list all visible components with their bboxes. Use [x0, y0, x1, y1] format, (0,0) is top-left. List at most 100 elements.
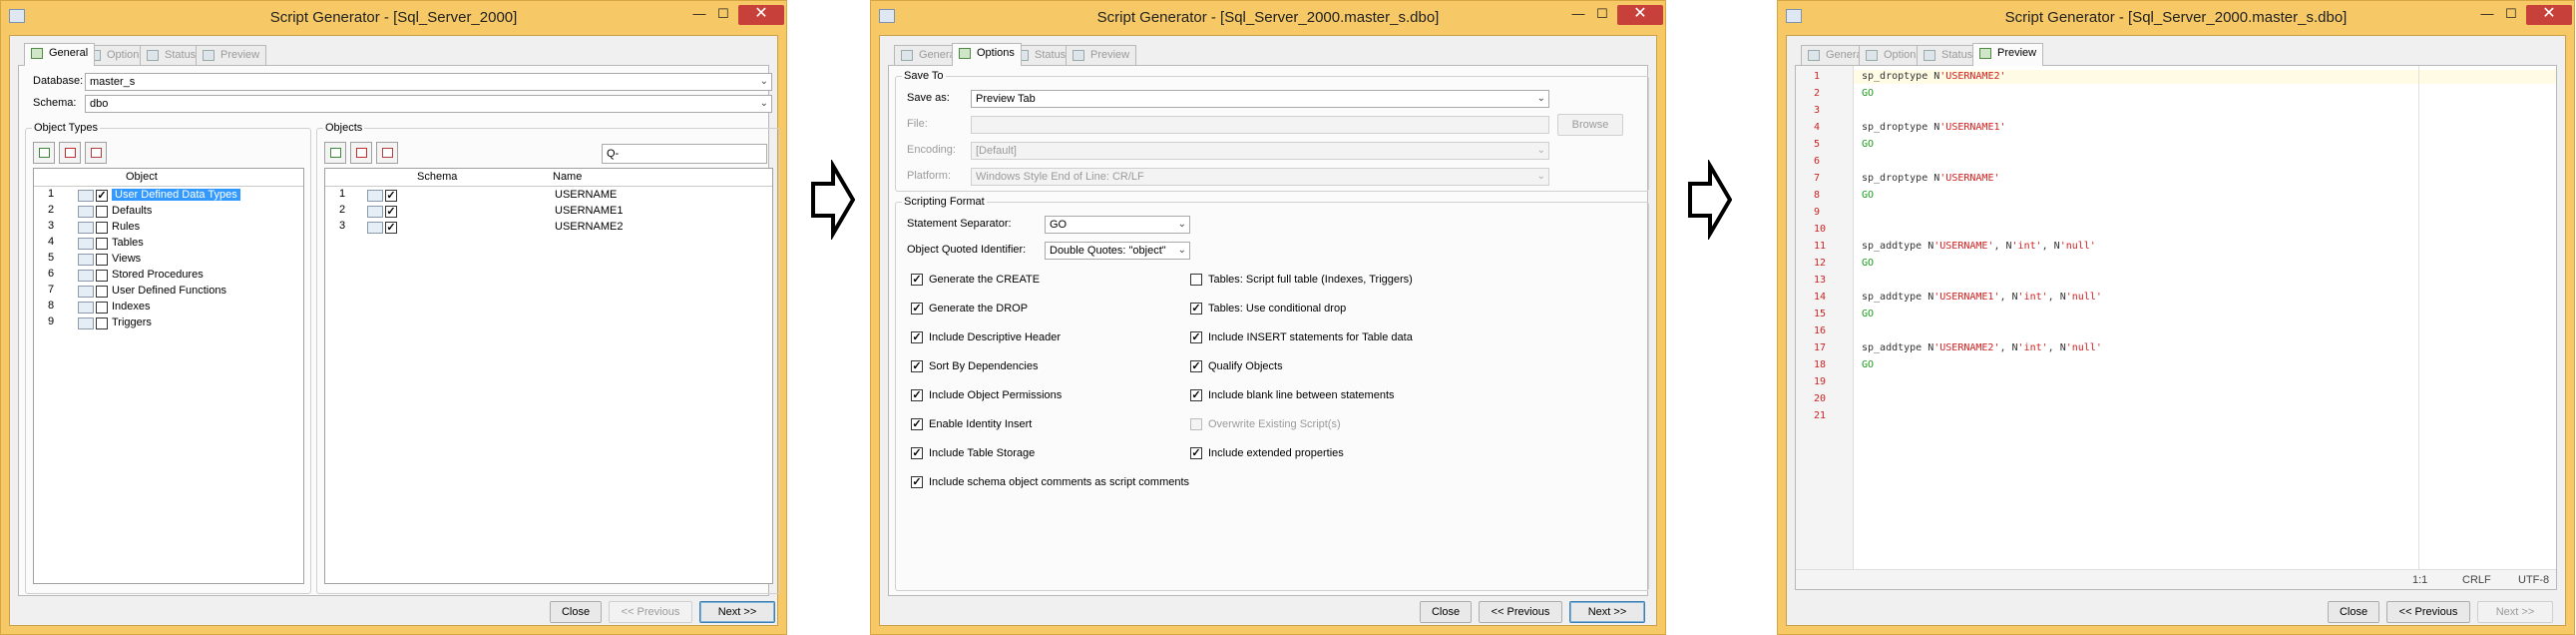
platform-combo[interactable]: Windows Style End of Line: CR/LF ⌄ — [971, 168, 1549, 186]
option-checkbox[interactable] — [1190, 389, 1202, 401]
object-type-checkbox[interactable] — [96, 254, 108, 266]
code-line: GO — [1862, 190, 1874, 201]
list-item[interactable]: 3 Rules — [34, 220, 303, 236]
object-type-label: User Defined Functions — [112, 285, 226, 297]
option-checkbox[interactable] — [911, 274, 923, 286]
row-number: 5 — [48, 252, 55, 264]
separator-combo[interactable]: GO ⌄ — [1045, 216, 1190, 234]
code-token: , N — [1999, 342, 2018, 353]
refresh-object-type-icon[interactable] — [85, 142, 107, 164]
minimize-button[interactable]: — — [1565, 5, 1591, 25]
remove-object-type-icon[interactable] — [59, 142, 81, 164]
object-checkbox[interactable] — [385, 222, 397, 234]
option-checkbox[interactable] — [1190, 303, 1202, 315]
list-item[interactable]: 7 User Defined Functions — [34, 284, 303, 300]
close-button[interactable]: Close — [2328, 601, 2379, 623]
line-number: 21 — [1814, 410, 1827, 421]
maximize-button[interactable]: ☐ — [1589, 5, 1615, 25]
table-row[interactable]: 2 USERNAME1 — [325, 204, 772, 220]
minimize-button[interactable]: — — [2474, 5, 2500, 25]
object-type-checkbox[interactable] — [96, 238, 108, 250]
next-button[interactable]: Next >> — [699, 601, 775, 623]
previous-button[interactable]: << Previous — [609, 601, 692, 623]
list-item[interactable]: 8 Indexes — [34, 300, 303, 316]
code-token: GO — [1862, 309, 1875, 319]
title-bar[interactable]: Script Generator - [Sql_Server_2000.mast… — [871, 1, 1665, 35]
object-type-checkbox[interactable] — [96, 190, 108, 202]
objects-search-input[interactable]: Q- — [602, 144, 767, 164]
script-editor[interactable]: 1 2 3 4 5 6 7 8 9 10 11 12 13 14 15 16 17 18 19 20 21 sp_dro… — [1795, 65, 2557, 590]
object-name: USERNAME1 — [555, 205, 624, 217]
remove-object-icon[interactable] — [350, 142, 372, 164]
table-row[interactable]: 1 USERNAME — [325, 188, 772, 204]
encoding-combo[interactable]: [Default] ⌄ — [971, 142, 1549, 160]
list-item[interactable]: 5 Views — [34, 252, 303, 268]
save-as-label: Save as: — [907, 92, 950, 104]
maximize-button[interactable]: ☐ — [2498, 5, 2524, 25]
window-preview: Script Generator - [Sql_Server_2000.mast… — [1777, 0, 2575, 635]
object-type-checkbox[interactable] — [96, 222, 108, 234]
maximize-button[interactable]: ☐ — [710, 5, 736, 25]
option-checkbox[interactable] — [911, 303, 923, 315]
cursor-position: 1:1 — [2412, 574, 2428, 586]
minimize-button[interactable]: — — [686, 5, 712, 25]
option-checkbox[interactable] — [911, 360, 923, 372]
tab-status[interactable]: Status — [140, 45, 204, 65]
object-type-checkbox[interactable] — [96, 206, 108, 218]
refresh-object-icon[interactable] — [376, 142, 398, 164]
option-checkbox[interactable] — [911, 389, 923, 401]
option-checkbox[interactable] — [1190, 447, 1202, 459]
file-input[interactable] — [971, 116, 1549, 134]
schema-combo[interactable]: dbo ⌄ — [85, 95, 772, 113]
previous-button[interactable]: << Previous — [2386, 601, 2470, 623]
close-window-button[interactable]: ✕ — [1617, 5, 1663, 25]
list-item[interactable]: 1 User Defined Data Types — [34, 188, 303, 204]
object-type-checkbox[interactable] — [96, 286, 108, 298]
tab-preview[interactable]: Preview — [1972, 43, 2044, 66]
add-object-type-icon[interactable] — [33, 142, 55, 164]
tab-options[interactable]: Options — [952, 43, 1022, 66]
tab-preview[interactable]: Preview — [1066, 45, 1137, 65]
option-checkbox[interactable] — [1190, 331, 1202, 343]
object-type-checkbox[interactable] — [96, 318, 108, 329]
browse-button[interactable]: Browse — [1557, 114, 1623, 136]
option-checkbox[interactable] — [911, 331, 923, 343]
options-panel: Save To Save as: Preview Tab ⌄ File: Brow… — [888, 65, 1649, 596]
option-checkbox[interactable] — [911, 447, 923, 459]
option-checkbox[interactable] — [1190, 418, 1202, 430]
list-item[interactable]: 6 Stored Procedures — [34, 268, 303, 284]
object-types-title: Object Types — [34, 122, 98, 134]
database-combo[interactable]: master_s ⌄ — [85, 73, 772, 91]
code-line: GO — [1862, 258, 1874, 269]
object-type-checkbox[interactable] — [96, 302, 108, 314]
object-checkbox[interactable] — [385, 190, 397, 202]
schema-label: Schema: — [33, 97, 77, 109]
list-item[interactable]: 4 Tables — [34, 236, 303, 252]
title-bar[interactable]: Script Generator - [Sql_Server_2000.mast… — [1778, 1, 2574, 35]
add-object-icon[interactable] — [324, 142, 346, 164]
list-item[interactable]: 9 Triggers — [34, 316, 303, 331]
object-checkbox[interactable] — [385, 206, 397, 218]
option-checkbox[interactable] — [911, 418, 923, 430]
option-checkbox[interactable] — [1190, 274, 1202, 286]
previous-button[interactable]: << Previous — [1479, 601, 1562, 623]
option-checkbox[interactable] — [1190, 360, 1202, 372]
close-window-button[interactable]: ✕ — [2526, 5, 2572, 25]
list-item[interactable]: 2 Defaults — [34, 204, 303, 220]
next-button[interactable]: Next >> — [1569, 601, 1645, 623]
option-checkbox[interactable] — [911, 476, 923, 488]
quoted-identifier-combo[interactable]: Double Quotes: "object" ⌄ — [1045, 242, 1190, 260]
code-token: 'null' — [2065, 342, 2102, 353]
save-as-combo[interactable]: Preview Tab ⌄ — [971, 90, 1549, 108]
line-number: 13 — [1814, 275, 1827, 286]
next-button[interactable]: Next >> — [2477, 601, 2553, 623]
tab-general[interactable]: General — [24, 43, 96, 66]
close-window-button[interactable]: ✕ — [738, 5, 784, 25]
tab-status[interactable]: Status — [1917, 45, 1980, 65]
close-button[interactable]: Close — [550, 601, 602, 623]
tab-preview[interactable]: Preview — [196, 45, 267, 65]
table-row[interactable]: 3 USERNAME2 — [325, 220, 772, 236]
object-type-checkbox[interactable] — [96, 270, 108, 282]
title-bar[interactable]: Script Generator - [Sql_Server_2000] — ☐… — [1, 1, 786, 35]
close-button[interactable]: Close — [1420, 601, 1472, 623]
